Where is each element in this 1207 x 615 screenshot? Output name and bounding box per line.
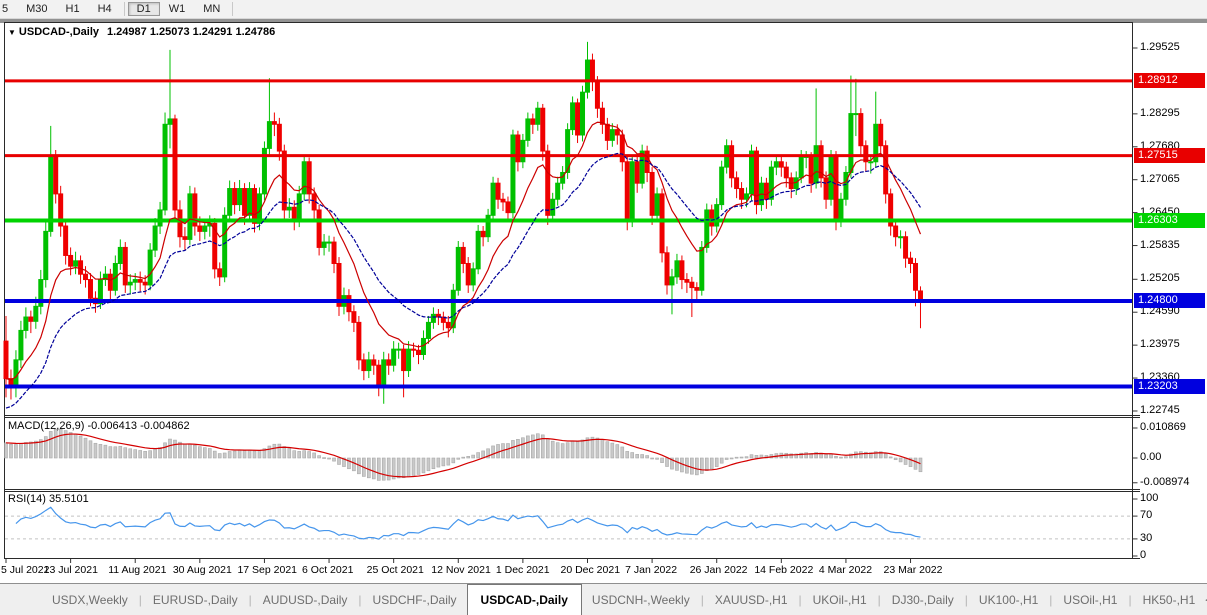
- candles-layer: [4, 42, 922, 404]
- date-label: 23 Jul 2021: [44, 564, 98, 576]
- date-label: 11 Aug 2021: [108, 564, 166, 576]
- macd-tick-label: 0.010869: [1140, 421, 1186, 433]
- symbol-dropdown-icon[interactable]: ▼: [8, 28, 16, 37]
- date-label: 14 Feb 2022: [754, 564, 813, 576]
- tab-item-usdx-weekly[interactable]: USDX,Weekly: [42, 589, 138, 611]
- price-tick-label: 1.27065: [1140, 173, 1180, 185]
- price-tick-label: 1.25205: [1140, 272, 1180, 284]
- date-label: 26 Jan 2022: [690, 564, 748, 576]
- date-label: 30 Aug 2021: [173, 564, 232, 576]
- date-label: 5 Jul 2021: [1, 564, 49, 576]
- macd-tick-label: -0.008974: [1140, 476, 1190, 488]
- tab-item-xauusd-h1[interactable]: XAUUSD-,H1: [705, 589, 798, 611]
- price-line-badge: 1.27515: [1134, 148, 1205, 163]
- tab-item-usdcnh-weekly[interactable]: USDCNH-,Weekly: [582, 589, 700, 611]
- price-line-badge: 1.24800: [1134, 293, 1205, 308]
- tab-item-eurusd-daily[interactable]: EURUSD-,Daily: [143, 589, 248, 611]
- tab-item-usdchf-daily[interactable]: USDCHF-,Daily: [363, 589, 467, 611]
- date-label: 20 Dec 2021: [560, 564, 620, 576]
- price-line-badge: 1.28912: [1134, 73, 1205, 88]
- date-label: 7 Jan 2022: [625, 564, 677, 576]
- date-label: 12 Nov 2021: [431, 564, 491, 576]
- chart-title: ▼USDCAD-,Daily 1.24987 1.25073 1.24291 1.…: [8, 26, 275, 38]
- chart-tab-bar: USDX,Weekly|EURUSD-,Daily|AUDUSD-,Daily|…: [0, 583, 1207, 615]
- price-tick-label: 1.29525: [1140, 41, 1180, 53]
- rsi-tick-label: 100: [1140, 492, 1158, 504]
- symbol-name: USDCAD-,Daily: [19, 26, 99, 38]
- tab-item-dj30-daily[interactable]: DJ30-,Daily: [882, 589, 964, 611]
- macd-signal-layer: [6, 434, 920, 477]
- price-tick-label: 1.25835: [1140, 239, 1180, 251]
- price-tick-label: 1.23975: [1140, 338, 1180, 350]
- tab-item-hk50-h1[interactable]: HK50-,H1: [1133, 589, 1206, 611]
- price-tick-label: 1.28295: [1140, 107, 1180, 119]
- date-label: 25 Oct 2021: [367, 564, 424, 576]
- mt4-window: 5M30H1H4D1W1MN ▼USDCAD-,Daily1.24987 1.2…: [0, 0, 1207, 615]
- date-label: 6 Oct 2021: [302, 564, 353, 576]
- price-line-badge: 1.23203: [1134, 379, 1205, 394]
- macd-tick-label: 0.00: [1140, 451, 1161, 463]
- tab-item-usdcad-daily[interactable]: USDCAD-,Daily: [467, 584, 582, 615]
- date-label: 1 Dec 2021: [496, 564, 550, 576]
- rsi-tick-label: 0: [1140, 549, 1146, 561]
- price-chart-canvas[interactable]: [0, 0, 1207, 615]
- tab-item-uk100-h1[interactable]: UK100-,H1: [969, 589, 1048, 611]
- macd-signal-line: [6, 434, 920, 477]
- rsi-tick-label: 30: [1140, 532, 1152, 544]
- price-line-badge: 1.26303: [1134, 213, 1205, 228]
- date-label: 23 Mar 2022: [884, 564, 943, 576]
- tab-item-audusd-daily[interactable]: AUDUSD-,Daily: [253, 589, 358, 611]
- tab-item-usoil-h1[interactable]: USOil-,H1: [1053, 589, 1127, 611]
- rsi-layer: [5, 507, 1132, 539]
- rsi-label: RSI(14) 35.5101: [8, 493, 89, 505]
- tab-item-ukoil-h1[interactable]: UKOil-,H1: [803, 589, 877, 611]
- date-label: 4 Mar 2022: [819, 564, 872, 576]
- date-label: 17 Sep 2021: [237, 564, 297, 576]
- macd-label: MACD(12,26,9) -0.006413 -0.004862: [8, 420, 190, 432]
- price-tick-label: 1.22745: [1140, 404, 1180, 416]
- rsi-tick-label: 70: [1140, 509, 1152, 521]
- ohlc-values: 1.24987 1.25073 1.24291 1.24786: [107, 26, 275, 38]
